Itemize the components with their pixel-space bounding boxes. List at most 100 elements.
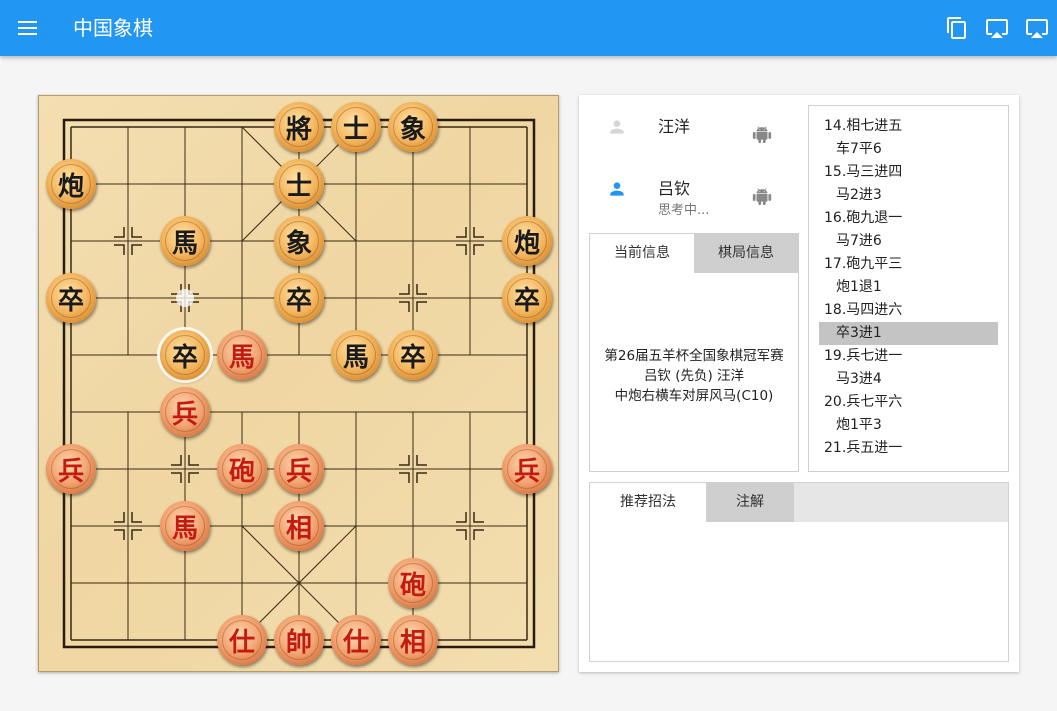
piece-label: 帥 (285, 627, 312, 658)
piece-label: 馬 (228, 342, 255, 373)
piece-red[interactable]: 仕 (217, 615, 267, 665)
piece-red[interactable]: 馬 (160, 501, 210, 551)
piece-label: 士 (342, 114, 369, 145)
piece-label: 卒 (171, 342, 198, 373)
piece-label: 炮 (513, 228, 540, 259)
point-marker (399, 284, 410, 295)
move-item[interactable]: 20.兵七平六 (819, 391, 998, 414)
android-icon[interactable] (751, 183, 773, 205)
player-name: 吕钦 (658, 179, 691, 198)
move-list[interactable]: 14.相七进五 车7平6 15.马三进四 马2进3 16.砲九退一 马7进6 17.砲九平三… (808, 105, 1009, 472)
piece-red[interactable]: 兵 (160, 387, 210, 437)
piece-red[interactable]: 砲 (217, 444, 267, 494)
piece-black[interactable]: 馬 (331, 330, 381, 380)
move-item[interactable]: 18.马四进六 (819, 299, 998, 322)
move-item[interactable]: 炮1平3 (819, 414, 998, 437)
tab-recommended-moves[interactable]: 推荐招法 (590, 483, 706, 522)
player-top: 汪洋 (589, 107, 799, 157)
piece-black[interactable]: 卒 (46, 273, 96, 323)
person-icon (610, 182, 624, 196)
point-marker (171, 472, 182, 483)
point-marker (131, 512, 142, 523)
piece-label: 卒 (57, 285, 84, 316)
tab-current-info[interactable]: 当前信息 (590, 234, 694, 273)
point-marker (131, 227, 142, 238)
players-result: 吕钦 (先负) 汪洋 (643, 368, 745, 384)
point-marker (114, 529, 125, 540)
app-bar: 中国象棋 (0, 0, 1057, 56)
piece-black[interactable]: 將 (274, 102, 324, 152)
analysis-tabs: 推荐招法 注解 (590, 483, 1008, 522)
android-icon[interactable] (751, 121, 773, 143)
menu-icon[interactable] (16, 16, 40, 40)
copy-icon[interactable] (945, 16, 969, 40)
piece-label: 卒 (285, 285, 312, 316)
piece-label: 兵 (285, 456, 312, 487)
move-item[interactable]: 马7进6 (819, 230, 998, 253)
point-marker (131, 244, 142, 255)
move-item[interactable]: 马2进3 (819, 184, 998, 207)
piece-black[interactable]: 卒 (274, 273, 324, 323)
analysis-tab-box: 推荐招法 注解 (589, 482, 1009, 662)
piece-black[interactable]: 炮 (502, 216, 552, 266)
player-name: 汪洋 (658, 117, 691, 136)
piece-label: 馬 (171, 228, 198, 259)
move-item[interactable]: 19.兵七进一 (819, 345, 998, 368)
piece-black[interactable]: 卒 (388, 330, 438, 380)
point-marker (399, 472, 410, 483)
point-marker (399, 455, 410, 466)
piece-label: 馬 (342, 342, 369, 373)
move-item[interactable]: 21.兵五进一 (819, 437, 998, 460)
info-tab-box: 当前信息 棋局信息 第26届五羊杯全国象棋冠军赛 吕钦 (先负) 汪洋 中炮右横… (589, 233, 799, 472)
piece-label: 相 (399, 627, 426, 658)
piece-black[interactable]: 馬 (160, 216, 210, 266)
piece-black[interactable]: 士 (331, 102, 381, 152)
piece-red[interactable]: 兵 (274, 444, 324, 494)
point-marker (114, 512, 125, 523)
point-marker (473, 512, 484, 523)
piece-red[interactable]: 相 (274, 501, 324, 551)
move-item[interactable]: 卒3进1 (819, 322, 998, 345)
piece-black[interactable]: 炮 (46, 159, 96, 209)
point-marker (473, 244, 484, 255)
tab-game-info[interactable]: 棋局信息 (694, 234, 798, 273)
piece-label: 卒 (513, 285, 540, 316)
cast-icon[interactable] (985, 16, 1009, 40)
move-item[interactable]: 15.马三进四 (819, 161, 998, 184)
piece-red[interactable]: 兵 (502, 444, 552, 494)
piece-label: 相 (285, 513, 312, 544)
point-marker (399, 301, 410, 312)
piece-red[interactable]: 砲 (388, 558, 438, 608)
move-item[interactable]: 马3进4 (819, 368, 998, 391)
piece-black[interactable]: 士 (274, 159, 324, 209)
point-marker (416, 455, 427, 466)
piece-label: 將 (285, 114, 312, 145)
airplay-icon[interactable] (1025, 16, 1049, 40)
piece-black[interactable]: 象 (388, 102, 438, 152)
piece-label: 砲 (399, 570, 426, 601)
move-item[interactable]: 炮1退1 (819, 276, 998, 299)
piece-red[interactable]: 相 (388, 615, 438, 665)
move-item[interactable]: 车7平6 (819, 138, 998, 161)
piece-red[interactable]: 帥 (274, 615, 324, 665)
move-item[interactable]: 17.砲九平三 (819, 253, 998, 276)
piece-red[interactable]: 兵 (46, 444, 96, 494)
piece-red[interactable]: 馬 (217, 330, 267, 380)
piece-label: 炮 (57, 171, 84, 202)
piece-black[interactable]: 象 (274, 216, 324, 266)
point-marker (456, 244, 467, 255)
piece-label: 兵 (171, 399, 198, 430)
tab-notes[interactable]: 注解 (706, 483, 794, 522)
move-item[interactable]: 16.砲九退一 (819, 207, 998, 230)
piece-black[interactable]: 卒 (160, 330, 210, 380)
point-marker (416, 472, 427, 483)
event-name: 第26届五羊杯全国象棋冠军赛 (604, 348, 784, 364)
move-item[interactable]: 14.相七进五 (819, 115, 998, 138)
point-marker (188, 455, 199, 466)
point-marker (416, 284, 427, 295)
piece-black[interactable]: 卒 (502, 273, 552, 323)
player-status: 思考中... (658, 203, 710, 218)
piece-red[interactable]: 仕 (331, 615, 381, 665)
chess-board[interactable]: 將士象炮士馬象炮卒卒卒卒馬馬卒兵兵砲兵兵馬相砲仕帥仕相 (38, 95, 559, 672)
app-title: 中国象棋 (73, 16, 153, 40)
